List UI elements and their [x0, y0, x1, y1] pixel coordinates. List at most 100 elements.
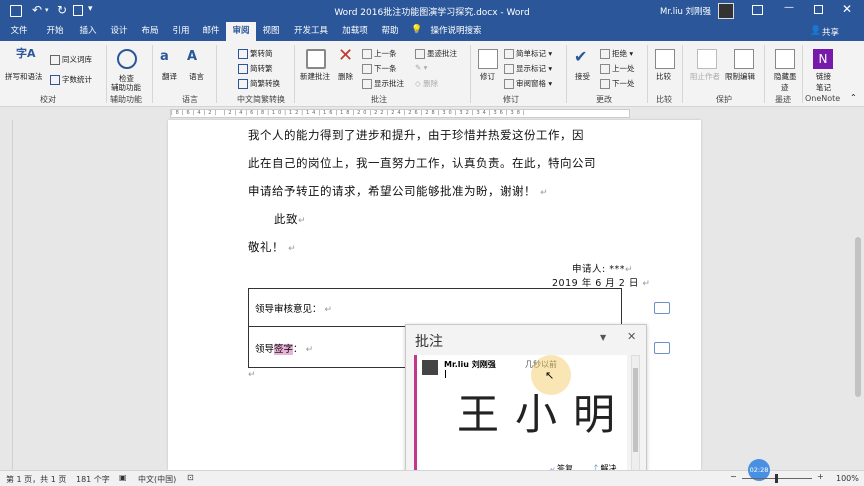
accessibility-check-icon[interactable]: [117, 49, 137, 69]
block-authors-button[interactable]: 阻止作者: [690, 71, 720, 82]
collapse-ribbon-icon[interactable]: ⌃: [850, 93, 857, 102]
pane-options-icon[interactable]: ▼: [600, 333, 606, 342]
compare-button[interactable]: 比较: [656, 71, 671, 82]
tab-addins[interactable]: 加载项: [336, 22, 374, 41]
language-status[interactable]: 中文(中国): [138, 474, 176, 485]
pane-scrollbar[interactable]: [631, 355, 640, 478]
comment-anchor[interactable]: 签字: [274, 344, 294, 355]
ink-pen-button[interactable]: ✎ ▾: [415, 63, 427, 72]
tab-design[interactable]: 设计: [104, 22, 134, 41]
doc-applicant[interactable]: 申请人: ***↵: [572, 261, 633, 275]
pane-close-icon[interactable]: ✕: [627, 330, 636, 343]
table-cell-sign[interactable]: 领导签字： ↵: [255, 341, 313, 355]
scrollbar-thumb[interactable]: [855, 237, 861, 397]
proofing-status-icon[interactable]: ▣: [119, 473, 127, 482]
avatar[interactable]: [718, 3, 734, 19]
delete-comment-button[interactable]: 删除: [338, 71, 353, 82]
hide-ink-button[interactable]: 隐藏墨: [774, 71, 797, 82]
macro-record-icon[interactable]: ⊡: [187, 473, 194, 482]
wordcount-button[interactable]: 字数统计: [50, 74, 92, 85]
tab-file[interactable]: 文件: [4, 22, 34, 41]
minimize-icon[interactable]: —: [784, 2, 794, 13]
track-changes-button[interactable]: 修订: [480, 71, 495, 82]
spelling-icon[interactable]: 字A: [16, 45, 36, 65]
restrict-editing-icon[interactable]: [734, 49, 754, 69]
tell-me-search[interactable]: 操作说明搜索: [426, 22, 486, 41]
spelling-button[interactable]: 拼写和语法: [5, 71, 43, 82]
tab-home[interactable]: 开始: [38, 22, 72, 41]
translate-icon[interactable]: a: [160, 49, 180, 69]
linked-notes-button[interactable]: 链接: [816, 71, 831, 82]
tab-layout[interactable]: 布局: [135, 22, 165, 41]
thesaurus-button[interactable]: 同义词库: [50, 54, 92, 65]
accept-icon[interactable]: ✔: [574, 47, 594, 67]
linked-notes-text[interactable]: 笔记: [816, 82, 831, 93]
zoom-slider[interactable]: [742, 474, 812, 483]
comment-balloon-icon[interactable]: [654, 342, 670, 354]
doc-line-3[interactable]: 申请给予转正的请求，希望公司能够批准为盼，谢谢！ ↵: [248, 183, 548, 199]
block-authors-icon[interactable]: [697, 49, 717, 69]
restrict-editing-button[interactable]: 限制编辑: [725, 71, 755, 82]
accept-button[interactable]: 接受: [575, 71, 590, 82]
doc-greeting-2[interactable]: 敬礼！ ↵: [248, 239, 296, 255]
new-comment-button[interactable]: 新建批注: [300, 71, 330, 82]
share-button[interactable]: 共享: [822, 26, 839, 38]
maximize-icon[interactable]: [814, 5, 823, 14]
language-icon[interactable]: A: [187, 49, 207, 69]
compare-icon[interactable]: [655, 49, 675, 69]
show-comments-button[interactable]: 显示批注: [362, 78, 404, 89]
close-icon[interactable]: ✕: [842, 2, 852, 16]
review-pane-dropdown[interactable]: 审阅窗格 ▾: [504, 78, 552, 89]
ribbon-options-icon[interactable]: [752, 5, 763, 15]
reject-button[interactable]: 拒绝 ▾: [600, 48, 633, 59]
comment-card[interactable]: Mr.liu 刘刚强 几秒以前 王小明 ↖ ⤶ 答复 ⤴ 解决: [414, 355, 627, 478]
doc-line-2[interactable]: 此在自己的岗位上，我一直努力工作，认真负责。在此，特向公司: [248, 155, 596, 171]
tab-developer[interactable]: 开发工具: [289, 22, 333, 41]
delete-comment-icon[interactable]: ✕: [338, 45, 358, 66]
translate-button[interactable]: 翻译: [162, 71, 177, 82]
zoom-out-icon[interactable]: −: [730, 472, 737, 481]
convert-button[interactable]: 简繁转换: [238, 78, 280, 89]
onenote-icon[interactable]: N: [813, 49, 833, 69]
track-changes-icon[interactable]: [478, 49, 498, 69]
tab-view[interactable]: 视图: [256, 22, 286, 41]
tab-review[interactable]: 审阅: [226, 22, 256, 41]
table-row[interactable]: 领导审核意见： ↵: [249, 289, 621, 327]
tab-mailings[interactable]: 邮件: [196, 22, 226, 41]
doc-greeting-1[interactable]: 此致↵: [274, 211, 306, 227]
tab-help[interactable]: 帮助: [375, 22, 405, 41]
pane-scrollbar-thumb[interactable]: [633, 368, 638, 452]
tab-insert[interactable]: 插入: [73, 22, 103, 41]
word-count[interactable]: 181 个字: [76, 474, 110, 485]
vertical-scrollbar[interactable]: [852, 107, 864, 470]
t2s-button[interactable]: 繁转简: [238, 48, 273, 59]
horizontal-ruler[interactable]: |8|6|4|2| |2|4|6|8|10|12|14|16|18|20|22|…: [0, 107, 864, 120]
next-comment-button[interactable]: 下一条: [362, 63, 397, 74]
doc-line-1[interactable]: 我个人的能力得到了进步和提升，由于珍惜并热爱这份工作，因: [248, 127, 584, 143]
hide-ink-icon[interactable]: [775, 49, 795, 69]
share-icon[interactable]: 👤: [810, 26, 821, 36]
s2t-button[interactable]: 简转繁: [238, 63, 273, 74]
ink-comment-button[interactable]: 墨迹批注: [415, 48, 457, 59]
accessibility-assist-text[interactable]: 辅助功能: [111, 82, 141, 93]
prev-change-button[interactable]: 上一处: [600, 63, 635, 74]
zoom-in-icon[interactable]: +: [817, 472, 824, 481]
language-button[interactable]: 语言: [189, 71, 204, 82]
show-markup-dropdown[interactable]: 显示标记 ▾: [504, 63, 552, 74]
next-change-button[interactable]: 下一处: [600, 78, 635, 89]
zoom-slider-thumb[interactable]: [775, 474, 778, 483]
prev-comment-button[interactable]: 上一条: [362, 48, 397, 59]
simple-markup-dropdown[interactable]: 简单标记 ▾: [504, 48, 552, 59]
new-comment-icon[interactable]: [306, 49, 326, 69]
page-count[interactable]: 第 1 页，共 1 页: [6, 474, 66, 485]
doc-date[interactable]: 2019 年 6 月 2 日 ↵: [552, 275, 650, 289]
table-cell-review[interactable]: 领导审核意见： ↵: [255, 301, 332, 315]
comments-pane[interactable]: 批注 ▼ ✕ Mr.liu 刘刚强 几秒以前 王小明 ↖ ⤶ 答复 ⤴ 解决: [405, 324, 647, 482]
zoom-level[interactable]: 100%: [836, 474, 859, 483]
tab-references[interactable]: 引用: [166, 22, 196, 41]
vertical-ruler[interactable]: [0, 120, 13, 470]
user-name[interactable]: Mr.liu 刘刚强: [660, 5, 711, 17]
hide-ink-text[interactable]: 迹: [781, 82, 789, 93]
comment-balloon-icon[interactable]: [654, 302, 670, 314]
ink-erase-button[interactable]: ◇ 删除: [415, 78, 438, 89]
